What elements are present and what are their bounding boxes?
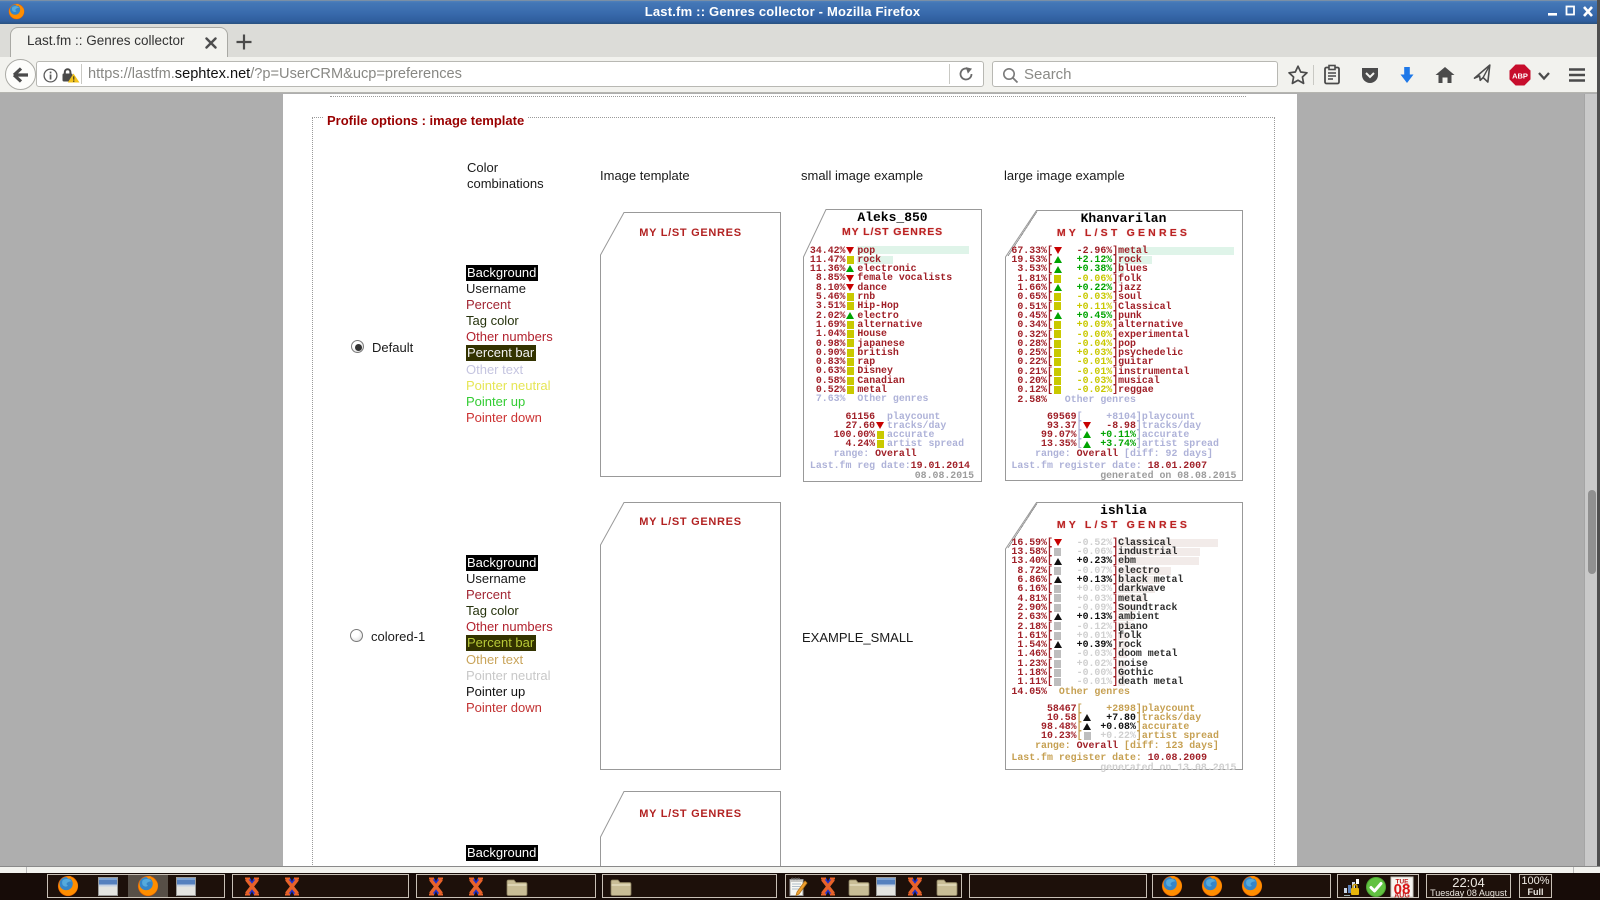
svg-text:ABP: ABP: [1512, 72, 1528, 81]
svg-text:AUG: AUG: [1394, 893, 1410, 899]
